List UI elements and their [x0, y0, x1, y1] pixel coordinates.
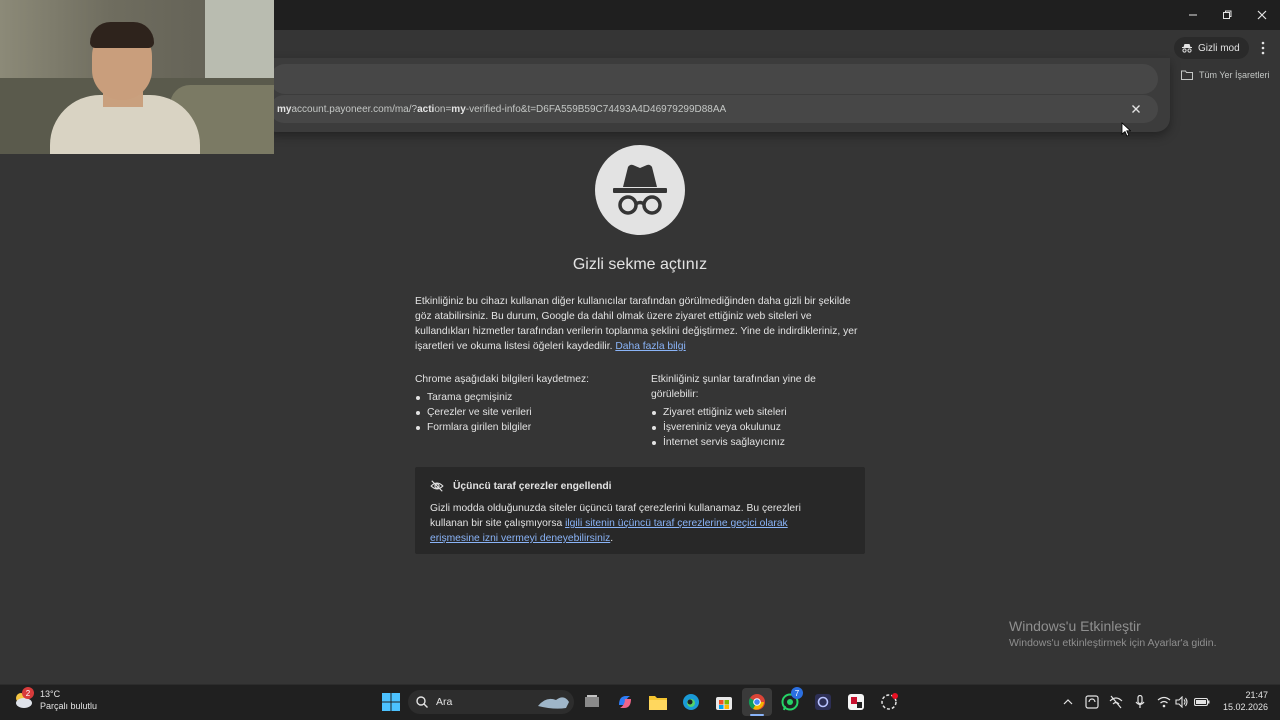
edge-button[interactable] — [679, 690, 703, 714]
list-item: Tarama geçmişiniz — [415, 390, 635, 405]
folder-icon — [1181, 70, 1193, 80]
windows-activation-watermark: Windows'u Etkinleştir Windows'u etkinleş… — [1009, 618, 1217, 649]
remove-suggestion-button[interactable] — [1128, 101, 1144, 117]
battery-tray-icon[interactable] — [1194, 694, 1210, 710]
close-icon — [1132, 105, 1140, 113]
restore-button[interactable] — [1210, 0, 1244, 30]
store-button[interactable] — [712, 690, 736, 714]
list-item: Çerezler ve site verileri — [415, 405, 635, 420]
incognito-label: Gizli mod — [1198, 42, 1240, 54]
folder-icon — [649, 695, 667, 710]
address-bar[interactable] — [270, 64, 1158, 94]
app-button[interactable] — [877, 690, 901, 714]
minimize-icon — [1189, 14, 1197, 16]
task-view-button[interactable] — [580, 690, 604, 714]
app-icon — [848, 694, 864, 710]
wifi-tray-icon[interactable] — [1156, 694, 1172, 710]
list-item: İşvereniniz veya okulunuz — [651, 420, 865, 435]
more-vert-icon — [1261, 41, 1265, 55]
active-app-indicator — [750, 714, 764, 716]
chrome-button[interactable] — [745, 690, 769, 714]
network-off-tray-icon[interactable] — [1108, 694, 1124, 710]
all-bookmarks-button[interactable]: Tüm Yer İşaretleri — [1181, 66, 1270, 84]
still-visible-column: Etkinliğiniz şunlar tarafından yine de g… — [651, 372, 865, 450]
wifi-icon — [1157, 696, 1171, 708]
chrome-menu-button[interactable] — [1256, 37, 1270, 59]
cookie-card-text: Gizli modda olduğunuzda siteler üçüncü t… — [430, 503, 801, 544]
suggestion-url: myaccount.payoneer.com/ma/?action=my-ver… — [277, 103, 727, 115]
not-saved-column: Chrome aşağıdaki bilgileri kaydetmez: Ta… — [415, 372, 635, 435]
edge-icon — [683, 694, 699, 710]
close-icon — [1257, 10, 1267, 20]
battery-icon — [1194, 697, 1210, 707]
incognito-mode-badge[interactable]: Gizli mod — [1174, 37, 1249, 59]
weather-icon: 2 — [12, 687, 34, 711]
taskbar-clock[interactable]: 21:47 15.02.2026 — [1216, 689, 1268, 713]
learn-more-link[interactable]: Daha fazla bilgi — [615, 341, 685, 352]
clock-time: 21:47 — [1245, 690, 1268, 700]
show-hidden-icons-button[interactable] — [1060, 694, 1076, 710]
list-item: İnternet servis sağlayıcınız — [651, 435, 865, 450]
list-item: Formlara girilen bilgiler — [415, 420, 635, 435]
not-saved-heading: Chrome aşağıdaki bilgileri kaydetmez: — [415, 374, 589, 385]
all-bookmarks-label: Tüm Yer İşaretleri — [1199, 70, 1270, 80]
app-icon — [881, 693, 898, 710]
sync-tray-icon[interactable] — [1084, 694, 1100, 710]
sync-icon — [1085, 695, 1099, 709]
page-title: Gizli sekme açtınız — [572, 256, 708, 273]
file-explorer-button[interactable] — [646, 690, 670, 714]
search-highlight-icon — [538, 697, 569, 709]
chevron-up-icon — [1063, 699, 1073, 705]
weather-widget[interactable]: 2 13°C Parçalı bulutlu — [12, 687, 98, 712]
weather-desc: Parçalı bulutlu — [40, 701, 98, 711]
restore-icon — [1223, 10, 1232, 19]
copilot-button[interactable] — [613, 690, 637, 714]
clock-date: 15.02.2026 — [1222, 702, 1268, 712]
no-network-icon — [1109, 695, 1123, 709]
volume-tray-icon[interactable] — [1174, 694, 1190, 710]
list-item: Ziyaret ettiğiniz web siteleri — [651, 405, 865, 420]
whatsapp-badge: 7 — [791, 687, 803, 699]
still-visible-heading: Etkinliğiniz şunlar tarafından yine de g… — [651, 374, 816, 400]
microphone-tray-icon[interactable] — [1132, 694, 1148, 710]
mouse-cursor-icon — [1121, 122, 1132, 142]
task-view-icon — [585, 695, 599, 707]
search-icon — [416, 696, 428, 708]
cookie-card-title: Üçüncü taraf çerezler engellendi — [430, 480, 612, 492]
webcam-overlay — [0, 0, 274, 154]
incognito-icon — [613, 164, 667, 215]
start-button[interactable] — [379, 690, 403, 714]
close-window-button[interactable] — [1245, 0, 1279, 30]
incognito-icon — [1182, 44, 1192, 53]
incognito-logo — [595, 145, 685, 235]
weather-badge: 2 — [22, 687, 34, 699]
microphone-icon — [1135, 695, 1145, 708]
app-button[interactable] — [844, 690, 868, 714]
copilot-icon — [619, 696, 631, 708]
omnibox-suggestion[interactable]: myaccount.payoneer.com/ma/?action=my-ver… — [270, 95, 1158, 123]
app-icon — [815, 694, 831, 710]
whatsapp-button[interactable]: 7 — [778, 687, 803, 714]
minimize-button[interactable] — [1176, 0, 1210, 30]
taskbar-search[interactable]: Ara — [408, 690, 574, 714]
windows-icon — [382, 693, 400, 711]
app-button[interactable] — [811, 690, 835, 714]
intro-paragraph: Etkinliğiniz bu cihazı kullanan diğer ku… — [415, 296, 858, 352]
store-icon — [716, 697, 732, 710]
speaker-icon — [1175, 696, 1188, 708]
eye-off-icon — [430, 480, 444, 492]
weather-temp: 13°C — [40, 689, 61, 699]
chrome-icon — [748, 694, 765, 710]
